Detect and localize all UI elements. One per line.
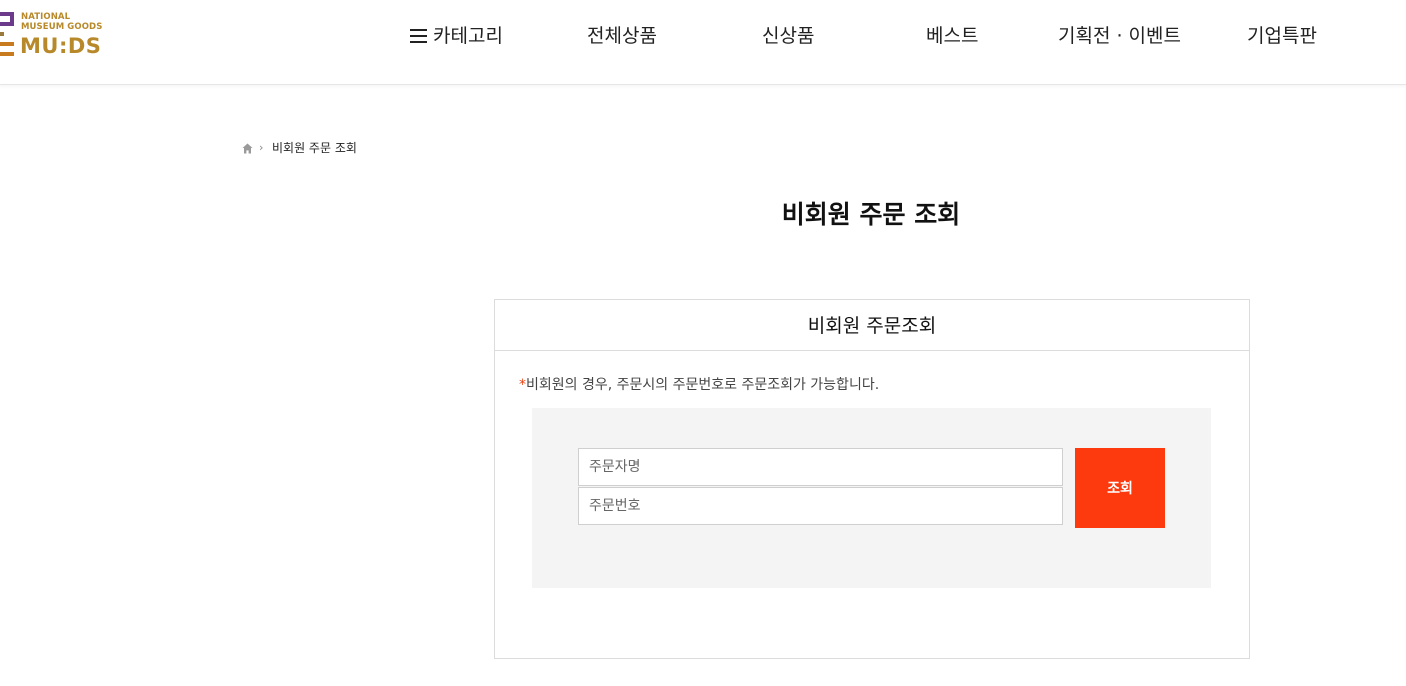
menu-icon (410, 29, 427, 43)
lookup-submit-button[interactable]: 조회 (1075, 448, 1165, 528)
nav-category[interactable]: 카테고리 (410, 22, 503, 50)
nav-item-best[interactable]: 베스트 (926, 22, 978, 50)
nav-item-events[interactable]: 기획전 · 이벤트 (1058, 22, 1181, 50)
orderer-name-input[interactable] (578, 448, 1063, 486)
brand-logo[interactable]: NATIONAL MUSEUM GOODS MU:DS (0, 10, 110, 62)
nav-item-corporate[interactable]: 기업특판 (1247, 22, 1317, 50)
home-icon[interactable] (242, 143, 253, 154)
order-number-input[interactable] (578, 487, 1063, 525)
guest-order-lookup-panel: 비회원 주문조회 *비회원의 경우, 주문시의 주문번호로 주문조회가 가능합니… (494, 299, 1250, 659)
notice-asterisk: * (519, 377, 526, 393)
chevron-right-icon: › (259, 141, 264, 154)
logo-wordmark: MU:DS (20, 34, 102, 58)
nav-category-label: 카테고리 (433, 25, 503, 47)
page-title: 비회원 주문 조회 (781, 200, 961, 229)
nav-item-all-products[interactable]: 전체상품 (587, 22, 657, 50)
notice-text: 비회원의 경우, 주문시의 주문번호로 주문조회가 가능합니다. (526, 377, 880, 393)
logo-mark-icon (0, 12, 14, 60)
panel-heading: 비회원 주문조회 (495, 300, 1249, 351)
lookup-notice: *비회원의 경우, 주문시의 주문번호로 주문조회가 가능합니다. (519, 374, 879, 396)
lookup-form: 조회 (532, 408, 1211, 588)
breadcrumb-current: 비회원 주문 조회 (272, 141, 357, 155)
nav-item-new-products[interactable]: 신상품 (762, 22, 814, 50)
logo-tagline: NATIONAL MUSEUM GOODS (21, 12, 103, 32)
site-header: NATIONAL MUSEUM GOODS MU:DS 카테고리 전체상품 신상… (0, 0, 1406, 85)
